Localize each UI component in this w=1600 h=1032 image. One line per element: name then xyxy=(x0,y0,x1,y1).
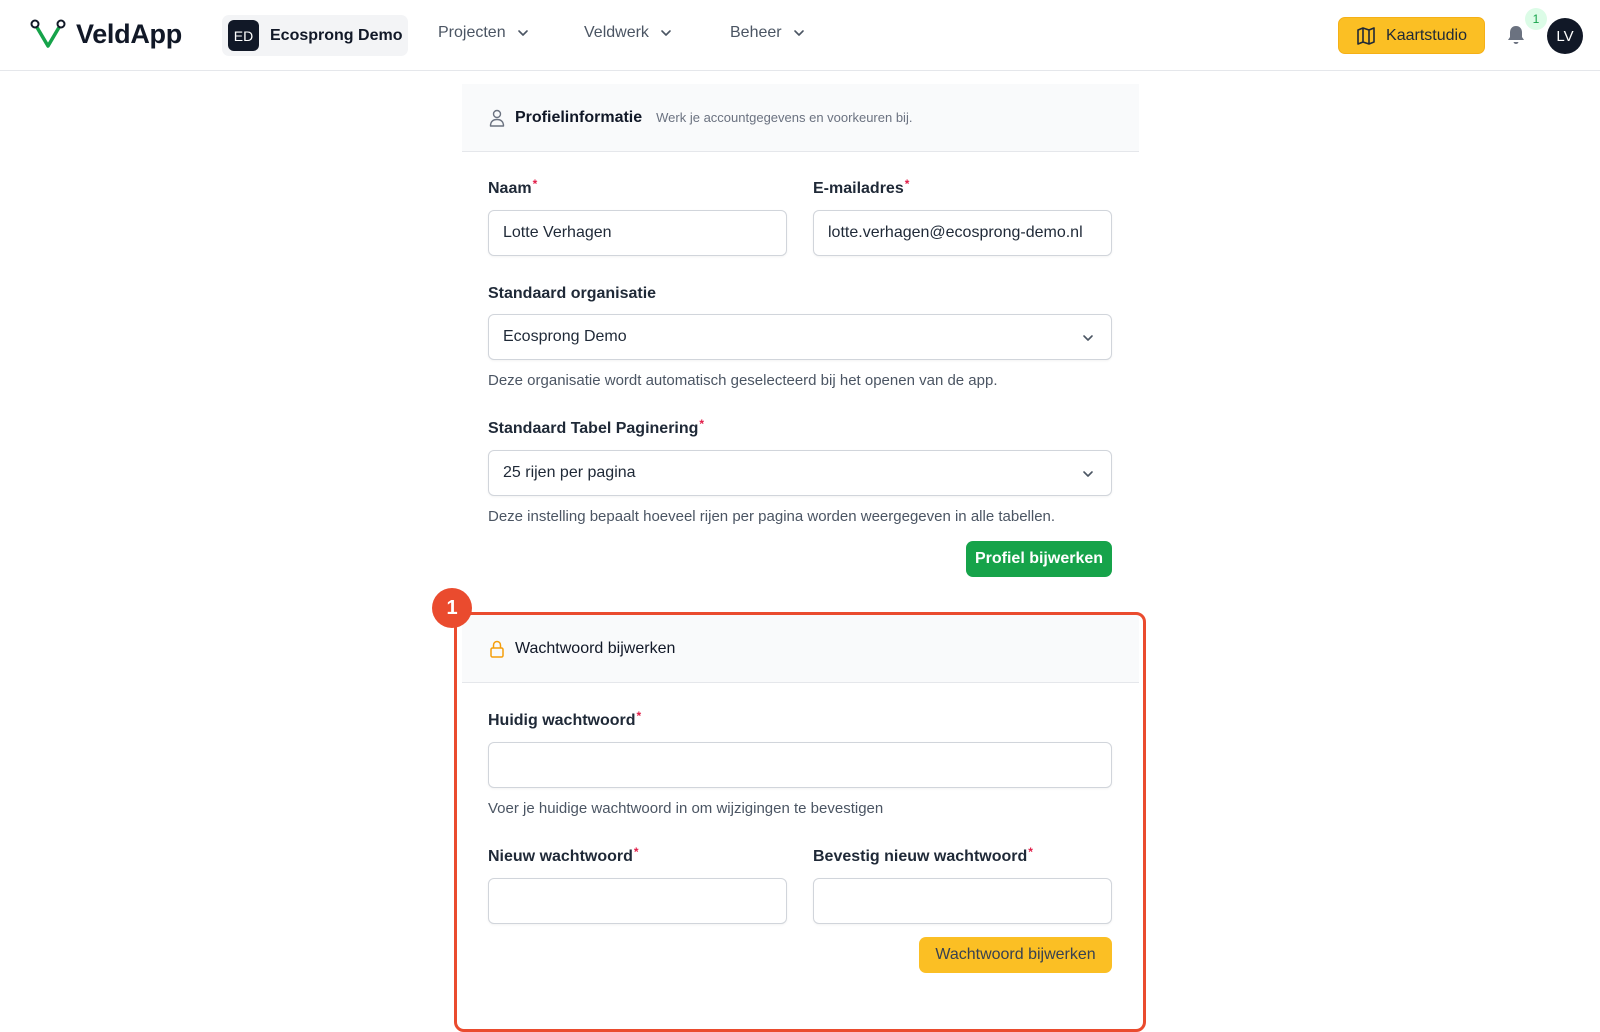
kaartstudio-button[interactable]: Kaartstudio xyxy=(1338,17,1485,54)
notification-count-badge: 1 xyxy=(1525,8,1547,30)
nav-label: Projecten xyxy=(438,24,506,41)
kaartstudio-label: Kaartstudio xyxy=(1386,26,1467,44)
email-label-text: E-mailadres xyxy=(813,180,904,197)
chevron-down-icon xyxy=(793,30,804,36)
email-input[interactable]: lotte.verhagen@ecosprong-demo.nl xyxy=(813,210,1112,256)
step-number-badge: 1 xyxy=(432,588,472,628)
map-icon xyxy=(1357,26,1375,45)
pagination-help: Deze instelling bepaalt hoeveel rijen pe… xyxy=(488,508,1056,525)
org-name: Ecosprong Demo xyxy=(270,26,403,44)
default-org-label: Standaard organisatie xyxy=(488,285,657,302)
name-input[interactable]: Lotte Verhagen xyxy=(488,210,787,256)
required-asterisk: * xyxy=(532,177,538,191)
organization-switcher[interactable]: ED Ecosprong Demo xyxy=(222,15,408,56)
name-label: Naam* xyxy=(488,177,538,198)
chevron-down-icon xyxy=(517,30,528,36)
nav-projecten[interactable]: Projecten xyxy=(438,24,530,42)
name-label-text: Naam xyxy=(488,180,532,197)
bell-icon[interactable] xyxy=(1505,24,1527,46)
pagination-select[interactable]: 25 rijen per pagina xyxy=(488,450,1112,496)
chevron-down-icon xyxy=(661,30,671,36)
veldapp-logo-icon xyxy=(30,19,66,48)
nav-beheer[interactable]: Beheer xyxy=(730,24,806,42)
app-name: VeldApp xyxy=(76,18,182,49)
highlight-frame xyxy=(454,612,1146,1032)
pagination-label: Standaard Tabel Paginering* xyxy=(488,417,705,438)
profile-card-title: Profielinformatie xyxy=(515,108,643,126)
profile-card-subtitle: Werk je accountgegevens en voorkeuren bi… xyxy=(656,110,913,125)
nav-veldwerk[interactable]: Veldwerk xyxy=(584,24,673,42)
pagination-value: 25 rijen per pagina xyxy=(503,464,636,481)
nav-label: Beheer xyxy=(730,24,782,41)
default-org-value: Ecosprong Demo xyxy=(503,328,627,345)
required-asterisk: * xyxy=(699,417,705,431)
profile-card-header: Profielinformatie Werk je accountgegeven… xyxy=(462,84,1139,152)
required-asterisk: * xyxy=(904,177,910,191)
user-icon xyxy=(489,109,505,127)
top-navigation-bar: VeldApp ED Ecosprong Demo Projecten Veld… xyxy=(0,0,1600,71)
default-org-select[interactable]: Ecosprong Demo xyxy=(488,314,1112,360)
user-avatar[interactable]: LV xyxy=(1547,18,1583,54)
chevron-down-icon xyxy=(1083,471,1093,477)
pagination-label-text: Standaard Tabel Paginering xyxy=(488,420,699,437)
org-badge: ED xyxy=(228,20,259,51)
default-org-help: Deze organisatie wordt automatisch gesel… xyxy=(488,372,998,389)
update-profile-button[interactable]: Profiel bijwerken xyxy=(966,541,1112,577)
app-logo[interactable]: VeldApp xyxy=(30,16,182,52)
email-label: E-mailadres* xyxy=(813,177,910,198)
nav-label: Veldwerk xyxy=(584,24,649,41)
profile-card: Profielinformatie Werk je accountgegeven… xyxy=(462,84,1139,152)
chevron-down-icon xyxy=(1083,335,1093,341)
